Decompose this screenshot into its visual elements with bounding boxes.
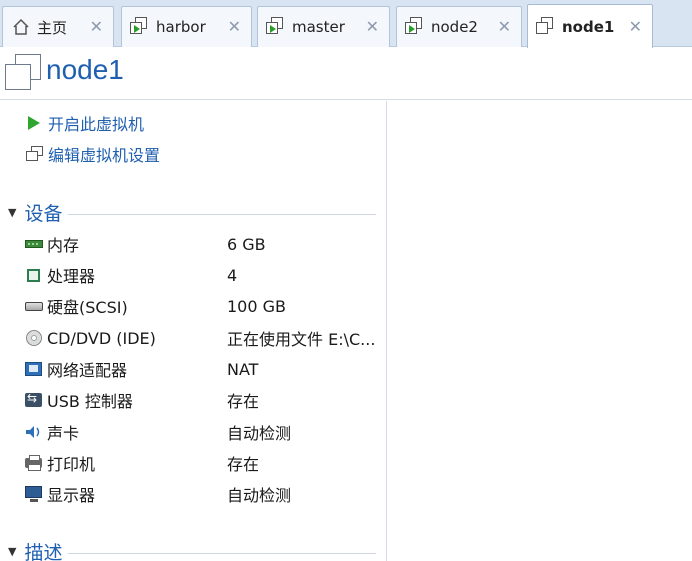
tab-label: master [292,18,345,36]
usb-controller-icon [24,391,44,409]
display-icon [24,485,44,503]
close-icon[interactable]: ✕ [629,18,642,35]
device-name: 打印机 [47,455,96,474]
hard-disk-icon [24,297,44,315]
edit-settings-link[interactable]: 编辑虚拟机设置 [26,142,160,166]
device-row-memory[interactable]: 内存 6 GB [24,233,384,255]
memory-icon [24,235,44,253]
device-name: 硬盘(SCSI) [47,298,128,317]
device-value: 4 [227,265,238,285]
device-name: 网络适配器 [47,361,128,380]
device-value: 100 GB [227,296,286,316]
device-name: CD/DVD (IDE) [47,328,156,348]
tab-harbor[interactable]: harbor ✕ [121,6,252,47]
vm-icon [536,16,556,37]
tab-label: node1 [562,17,615,36]
device-value: NAT [227,359,259,379]
vm-running-icon [405,17,425,37]
collapse-caret-icon[interactable]: ▼ [8,545,16,558]
vm-details-panel: 开启此虚拟机 编辑虚拟机设置 ▼ 设备 内存 6 GB 处理器 4 硬盘(SCS… [0,101,387,561]
close-icon[interactable]: ✕ [90,19,103,35]
vm-icon [5,54,43,92]
edit-settings-label: 编辑虚拟机设置 [48,146,161,165]
close-icon[interactable]: ✕ [366,19,379,35]
device-row-cd-dvd[interactable]: CD/DVD (IDE) 正在使用文件 E:\C... [24,327,384,349]
device-row-network-adapter[interactable]: 网络适配器 NAT [24,358,384,380]
device-name: 显示器 [47,486,96,505]
tab-bar: 主页 ✕ harbor ✕ master ✕ node2 ✕ node1 ✕ [0,0,692,48]
printer-icon [24,454,44,472]
tab-label: 主页 [37,18,68,37]
vm-running-icon [130,17,150,37]
network-adapter-icon [24,360,44,378]
device-row-hard-disk[interactable]: 硬盘(SCSI) 100 GB [24,295,384,317]
devices-section-header[interactable]: ▼ 设备 [8,199,376,226]
device-value: 自动检测 [227,424,292,443]
device-name: 声卡 [47,424,80,443]
device-value: 正在使用文件 E:\C... [227,330,376,349]
page-title: node1 [46,54,124,85]
section-title: 描述 [24,542,63,561]
cd-dvd-icon [24,329,44,347]
device-value: 存在 [227,455,260,474]
device-row-processor[interactable]: 处理器 4 [24,264,384,286]
device-row-display[interactable]: 显示器 自动检测 [24,483,384,505]
power-on-link[interactable]: 开启此虚拟机 [26,111,144,135]
divider [68,553,376,554]
processor-icon [24,266,44,284]
tab-label: harbor [156,18,206,36]
collapse-caret-icon[interactable]: ▼ [8,206,16,219]
divider [68,214,376,215]
device-name: 处理器 [47,267,96,286]
tab-label: node2 [431,18,478,36]
description-section-header[interactable]: ▼ 描述 [8,538,376,561]
device-row-printer[interactable]: 打印机 存在 [24,452,384,474]
device-row-sound-card[interactable]: 声卡 自动检测 [24,421,384,443]
play-icon [26,114,44,132]
device-value: 自动检测 [227,486,292,505]
device-name: USB 控制器 [47,392,133,411]
section-title: 设备 [24,203,63,225]
close-icon[interactable]: ✕ [498,19,511,35]
tab-node2[interactable]: node2 ✕ [396,6,522,47]
device-value: 6 GB [227,234,266,254]
tab-home[interactable]: 主页 ✕ [2,6,114,47]
tab-node1[interactable]: node1 ✕ [527,4,653,48]
device-row-usb-controller[interactable]: USB 控制器 存在 [24,389,384,411]
close-icon[interactable]: ✕ [228,19,241,35]
title-bar: node1 [0,48,692,100]
device-value: 存在 [227,392,260,411]
device-name: 内存 [47,236,80,255]
vm-running-icon [266,17,286,37]
home-icon [11,17,31,37]
power-on-label: 开启此虚拟机 [48,115,145,134]
tab-master[interactable]: master ✕ [257,6,390,47]
edit-settings-icon [26,145,44,163]
sound-card-icon [24,423,44,441]
